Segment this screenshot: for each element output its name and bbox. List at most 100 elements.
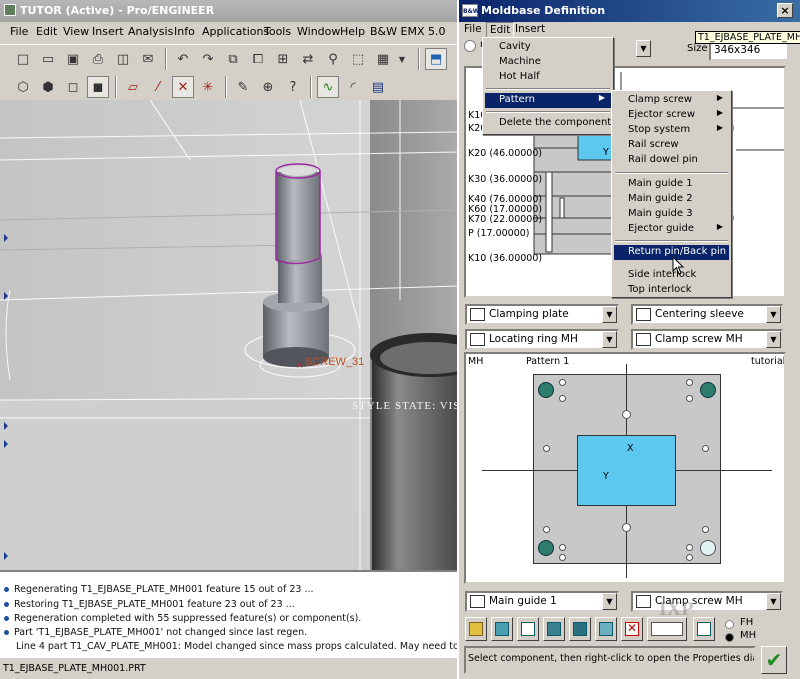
menu-item-main-guide-3[interactable]: Main guide 3: [614, 207, 729, 222]
context-help-icon[interactable]: ?: [282, 76, 304, 98]
paste-icon[interactable]: ⧠: [247, 48, 269, 70]
fh-radio[interactable]: [725, 620, 734, 629]
view-refit-icon[interactable]: ⬒: [425, 48, 447, 70]
select-box-icon[interactable]: ⬚: [347, 48, 369, 70]
menu-item-machine[interactable]: Machine: [485, 55, 611, 70]
round-icon[interactable]: ◜: [342, 76, 364, 98]
save-icon[interactable]: ▣: [62, 48, 84, 70]
mb-menu-file[interactable]: File: [464, 23, 482, 35]
chevron-down-icon[interactable]: ▼: [766, 331, 781, 348]
plan-x-label: X: [627, 443, 634, 454]
menu-item-delete-component[interactable]: Delete the component: [485, 116, 611, 131]
clamp-screw-mh-select[interactable]: Clamp screw MH ▼: [631, 591, 783, 612]
datum-curve-icon[interactable]: ∿: [317, 76, 339, 98]
sketch-icon[interactable]: ✎: [232, 76, 254, 98]
datum-planes-icon[interactable]: ▱: [122, 76, 144, 98]
guide-icon: [470, 595, 485, 608]
screw-hole: [686, 379, 693, 386]
plan-view-panel[interactable]: MH Pattern 1 tutorial X Y: [464, 352, 786, 584]
menu-item-rail-screw[interactable]: Rail screw: [614, 138, 729, 153]
paste-special-icon[interactable]: ⊞: [272, 48, 294, 70]
menu-item-rail-dowel-pin[interactable]: Rail dowel pin: [614, 153, 729, 168]
menu-item-label: Ejector screw: [628, 109, 696, 120]
chevron-down-icon[interactable]: ▼: [602, 331, 617, 348]
menu-tools[interactable]: Tools: [264, 25, 291, 38]
menu-file[interactable]: File: [10, 25, 28, 38]
menu-help[interactable]: Help: [340, 25, 365, 38]
stack-icon[interactable]: [595, 617, 617, 641]
relations-icon[interactable]: ⊕: [257, 76, 279, 98]
undo-icon[interactable]: ↶: [172, 48, 194, 70]
menu-item-clamp-screw[interactable]: Clamp screw ▶: [614, 93, 729, 108]
menu-analysis[interactable]: Analysis: [128, 25, 173, 38]
model-view: ×: [0, 100, 458, 570]
chevron-down-icon[interactable]: ▼: [766, 306, 781, 323]
datum-points-icon[interactable]: ✕: [172, 76, 194, 98]
wireframe-icon[interactable]: ⬡: [12, 76, 34, 98]
screw-hole: [686, 395, 693, 402]
graphics-viewport[interactable]: × SCREW_31 STYLE STATE: VIS: [0, 100, 458, 570]
menu-applications[interactable]: Applications: [202, 25, 269, 38]
menu-info[interactable]: Info: [174, 25, 195, 38]
window-icon[interactable]: ▦: [372, 48, 394, 70]
mh-radio[interactable]: [725, 633, 734, 642]
chevron-down-icon[interactable]: ▼: [602, 593, 617, 610]
top-combo-arrow-icon[interactable]: ▼: [636, 40, 651, 57]
load-icon[interactable]: [465, 617, 487, 641]
coordinate-systems-icon[interactable]: ✳: [197, 76, 219, 98]
regenerate-icon[interactable]: ⇄: [297, 48, 319, 70]
return-pin-hole: [702, 526, 709, 533]
open-folder-icon[interactable]: ▭: [37, 48, 59, 70]
menu-item-ejector-screw[interactable]: Ejector screw ▶: [614, 108, 729, 123]
delete-icon[interactable]: ✕: [621, 617, 643, 641]
clamp-screw-select[interactable]: Clamp screw MH ▼: [631, 329, 783, 350]
hidden-line-icon[interactable]: ⬢: [37, 76, 59, 98]
menu-item-main-guide-2[interactable]: Main guide 2: [614, 192, 729, 207]
no-hidden-icon[interactable]: ◻: [62, 76, 84, 98]
window-dropdown-icon[interactable]: ▼: [395, 48, 409, 70]
menu-item-pattern[interactable]: Pattern ▶: [485, 93, 611, 108]
find-icon[interactable]: ⚲: [322, 48, 344, 70]
zoom-icon[interactable]: [693, 617, 715, 641]
plates-icon[interactable]: [517, 617, 539, 641]
email-icon[interactable]: ✉: [137, 48, 159, 70]
centering-sleeve-value: Centering sleeve: [655, 308, 744, 320]
plan-pattern-label: Pattern 1: [526, 356, 570, 367]
mb-menu-edit[interactable]: Edit: [486, 22, 515, 38]
menu-item-main-guide-1[interactable]: Main guide 1: [614, 177, 729, 192]
chevron-down-icon[interactable]: ▼: [766, 593, 781, 610]
menu-item-stop-system[interactable]: Stop system ▶: [614, 123, 729, 138]
menu-item-hot-half[interactable]: Hot Half: [485, 70, 611, 85]
new-file-icon[interactable]: □: [12, 48, 34, 70]
menu-item-top-interlock[interactable]: Top interlock: [614, 283, 729, 298]
size-value: 346x346: [714, 44, 761, 56]
centering-sleeve-select[interactable]: Centering sleeve ▼: [631, 304, 783, 325]
shading-icon[interactable]: ◼: [87, 76, 109, 98]
redo-icon[interactable]: ↷: [197, 48, 219, 70]
menu-item-cavity[interactable]: Cavity: [485, 40, 611, 55]
menu-view[interactable]: View: [63, 25, 89, 38]
close-button[interactable]: ×: [777, 3, 793, 18]
copy-icon[interactable]: ⧉: [222, 48, 244, 70]
print-preview-icon[interactable]: ◫: [112, 48, 134, 70]
main-guide-select[interactable]: Main guide 1 ▼: [465, 591, 619, 612]
save-moldbase-icon[interactable]: [491, 617, 513, 641]
mb-menu-insert[interactable]: Insert: [515, 23, 545, 35]
menu-window[interactable]: Window: [297, 25, 340, 38]
locating-ring-select[interactable]: Locating ring MH ▼: [465, 329, 619, 350]
section-y-marker: Y: [603, 147, 609, 158]
print-icon[interactable]: ⎙: [87, 48, 109, 70]
menu-edit[interactable]: Edit: [36, 25, 57, 38]
side-radio-button[interactable]: [464, 40, 476, 52]
ok-button[interactable]: ✔: [761, 646, 787, 674]
menu-item-ejector-guide[interactable]: Ejector guide ▶: [614, 222, 729, 237]
menu-insert[interactable]: Insert: [92, 25, 124, 38]
chevron-down-icon[interactable]: ▼: [602, 306, 617, 323]
clamping-plate-select[interactable]: Clamping plate ▼: [465, 304, 619, 325]
emx-icon[interactable]: ▤: [367, 76, 389, 98]
proe-title-bar: TUTOR (Active) - Pro/ENGINEER: [0, 0, 458, 22]
datum-axes-icon[interactable]: ⁄: [147, 76, 169, 98]
bom-icon[interactable]: [543, 617, 565, 641]
menu-bw-emx[interactable]: B&W EMX 5.0: [370, 25, 445, 38]
plate-grid-icon[interactable]: [569, 617, 591, 641]
